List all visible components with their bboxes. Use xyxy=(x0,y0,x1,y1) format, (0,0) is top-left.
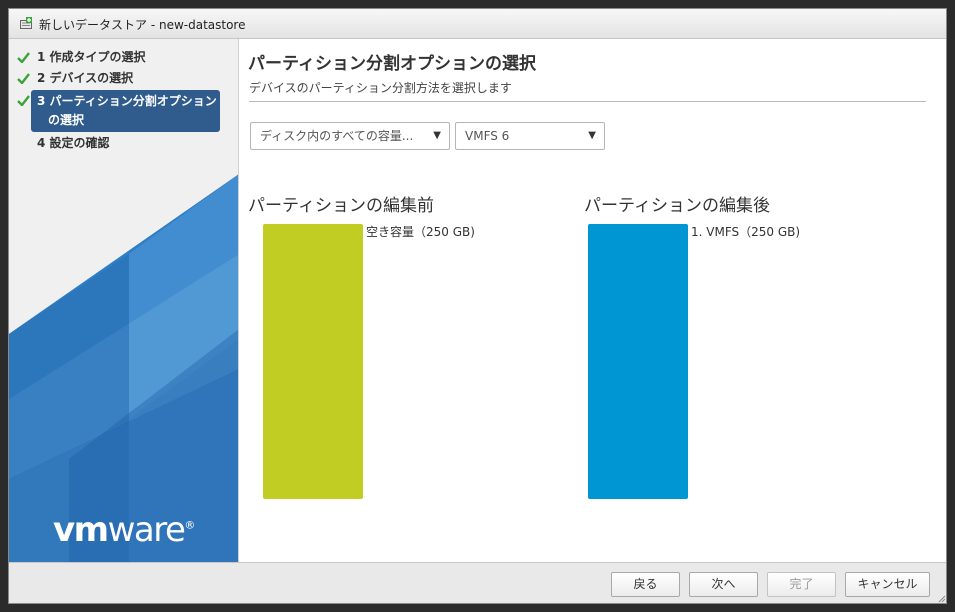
after-vmfs-bar xyxy=(588,224,688,499)
logo-registered-mark: ® xyxy=(184,518,196,532)
step-label: 2 デバイスの選択 xyxy=(37,71,134,85)
dropdown-arrow-icon: ▼ xyxy=(433,130,441,141)
step-label-line2: の選択 xyxy=(48,113,85,127)
logo-ware: ware xyxy=(107,510,186,550)
step-1-select-creation-type[interactable]: 1 作成タイプの選択 xyxy=(9,47,238,68)
check-icon xyxy=(17,52,30,63)
step-label: 1 作成タイプの選択 xyxy=(37,50,146,64)
wizard-footer: 戻る 次へ 完了 キャンセル xyxy=(9,562,946,603)
before-bar-label: 空き容量（250 GB) xyxy=(366,225,475,239)
resize-grip-icon[interactable] xyxy=(938,595,946,603)
step-3-partition-options[interactable]: 3 パーティション分割オプション の選択 xyxy=(17,90,220,132)
title-divider xyxy=(249,101,926,102)
after-partition-heading: パーティションの編集後 xyxy=(584,196,770,216)
window-title: 新しいデータストア - new-datastore xyxy=(39,18,246,32)
title-bar[interactable]: 新しいデータストア - new-datastore xyxy=(9,9,946,39)
before-free-space-bar xyxy=(263,224,363,499)
page-title: パーティション分割オプションの選択 xyxy=(248,54,536,74)
vmfs-version-select[interactable]: VMFS 6 ▼ xyxy=(455,122,605,150)
before-partition-heading: パーティションの編集前 xyxy=(248,196,434,216)
logo-vm: vm xyxy=(53,510,109,550)
step-label: 4 設定の確認 xyxy=(37,136,110,150)
after-bar-label: 1. VMFS（250 GB) xyxy=(691,225,801,239)
vmfs-version-value: VMFS 6 xyxy=(465,129,510,143)
new-datastore-dialog: 新しいデータストア - new-datastore 1 作成タイプの選択 2 デ… xyxy=(8,8,947,604)
back-button[interactable]: 戻る xyxy=(611,572,680,597)
cancel-button[interactable]: キャンセル xyxy=(845,572,930,597)
check-icon xyxy=(17,73,30,84)
wizard-steps: 1 作成タイプの選択 2 デバイスの選択 3 パーティション分割オプション の選… xyxy=(9,47,238,154)
wizard-content: パーティション分割オプションの選択 デバイスのパーティション分割方法を選択します… xyxy=(239,39,946,562)
page-subtitle: デバイスのパーティション分割方法を選択します xyxy=(249,81,512,95)
step-label-line1: 3 パーティション分割オプション xyxy=(37,94,217,108)
check-icon xyxy=(17,95,30,106)
vmware-logo: vmware® xyxy=(53,510,195,550)
partition-option-select[interactable]: ディスク内のすべての容量... ▼ xyxy=(250,122,450,150)
finish-button: 完了 xyxy=(767,572,836,597)
dropdown-arrow-icon: ▼ xyxy=(588,130,596,141)
step-2-select-device[interactable]: 2 デバイスの選択 xyxy=(9,68,238,89)
datastore-add-icon xyxy=(20,17,32,29)
next-button[interactable]: 次へ xyxy=(689,572,758,597)
step-4-review-settings: 4 設定の確認 xyxy=(9,133,238,154)
partition-option-value: ディスク内のすべての容量... xyxy=(260,129,414,143)
wizard-sidebar: 1 作成タイプの選択 2 デバイスの選択 3 パーティション分割オプション の選… xyxy=(9,39,239,562)
